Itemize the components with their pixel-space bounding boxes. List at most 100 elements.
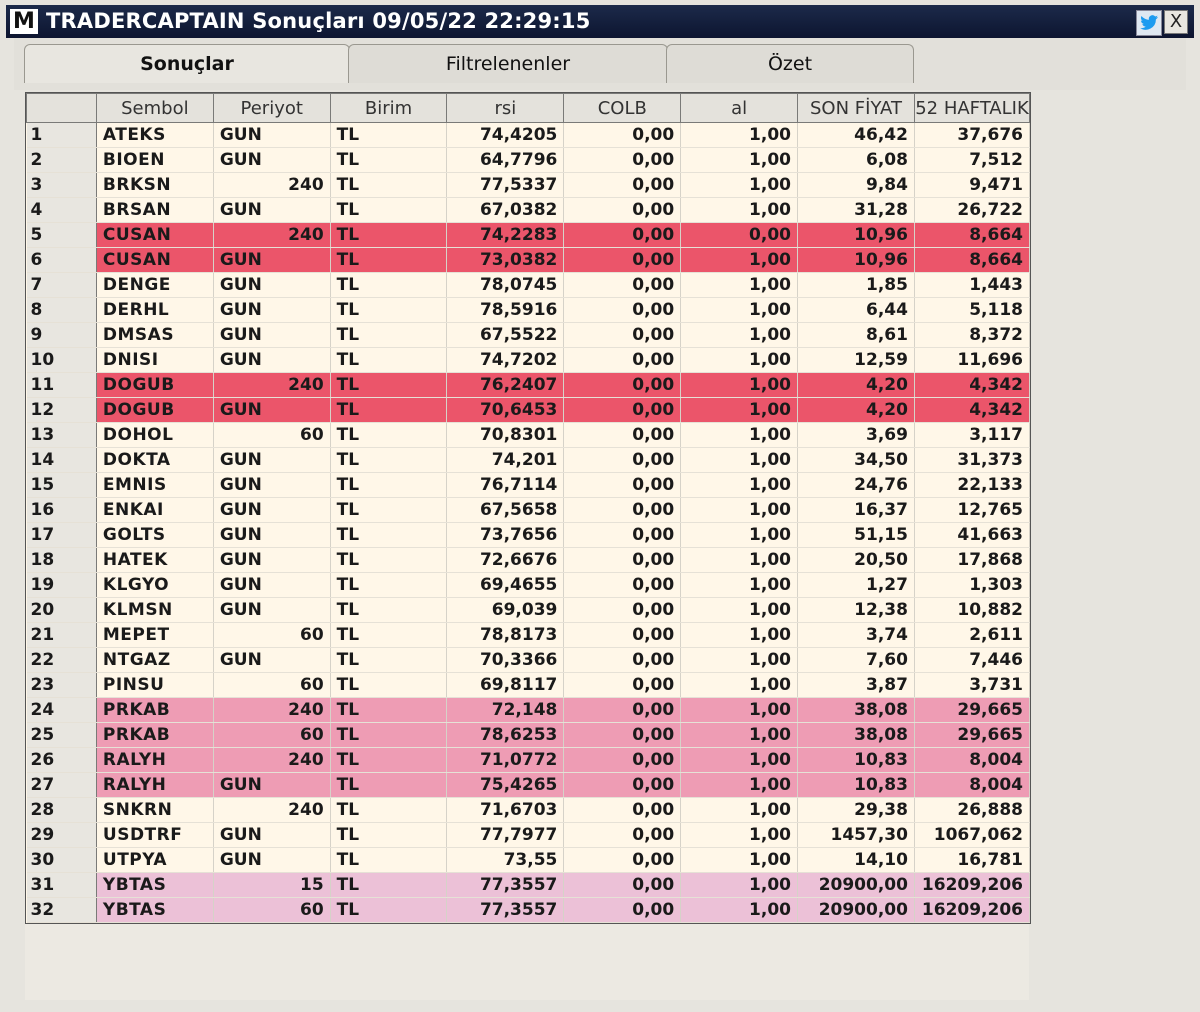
rsi-cell: 78,0745 [446, 272, 565, 298]
week52-cell: 8,004 [914, 747, 1031, 773]
period-cell: 240 [213, 697, 331, 723]
window-title: TRADERCAPTAIN Sonuçları 09/05/22 22:29:1… [46, 9, 591, 33]
symbol-cell: DNISI [96, 347, 214, 373]
unit-cell: TL [330, 572, 448, 598]
last-price-cell: 7,60 [797, 647, 915, 673]
colb-cell: 0,00 [563, 747, 682, 773]
table-row[interactable]: 9 DMSAS GUN TL 67,5522 0,00 1,00 8,61 8,372 [26, 322, 1031, 348]
unit-cell: TL [330, 622, 448, 648]
week52-cell: 1067,062 [914, 822, 1031, 848]
table-row[interactable]: 14 DOKTA GUN TL 74,201 0,00 1,00 34,50 31,373 [26, 447, 1031, 473]
table-row[interactable]: 23 PINSU 60 TL 69,8117 0,00 1,00 3,87 3,731 [26, 672, 1031, 698]
col-header-sembol[interactable]: Sembol [95, 93, 214, 123]
table-row[interactable]: 30 UTPYA GUN TL 73,55 0,00 1,00 14,10 16,781 [26, 847, 1031, 873]
rsi-cell: 70,3366 [446, 647, 565, 673]
table-row[interactable]: 21 MEPET 60 TL 78,8173 0,00 1,00 3,74 2,611 [26, 622, 1031, 648]
symbol-cell: BIOEN [96, 147, 214, 173]
table-row[interactable]: 4 BRSAN GUN TL 67,0382 0,00 1,00 31,28 26,722 [26, 197, 1031, 223]
table-row[interactable]: 8 DERHL GUN TL 78,5916 0,00 1,00 6,44 5,118 [26, 297, 1031, 323]
week52-cell: 16,781 [914, 847, 1031, 873]
row-number: 3 [26, 172, 97, 198]
col-header-rsi[interactable]: rsi [446, 93, 565, 123]
col-header-periyot[interactable]: Periyot [212, 93, 331, 123]
unit-cell: TL [330, 122, 448, 148]
colb-cell: 0,00 [563, 272, 682, 298]
last-price-cell: 20,50 [797, 547, 915, 573]
colb-cell: 0,00 [563, 222, 682, 248]
unit-cell: TL [330, 597, 448, 623]
header-row: Sembol Periyot Birim rsi COLB al SON FİY… [26, 93, 1031, 123]
rsi-cell: 69,4655 [446, 572, 565, 598]
al-cell: 1,00 [680, 672, 798, 698]
week52-cell: 16209,206 [914, 897, 1031, 923]
table-row[interactable]: 7 DENGE GUN TL 78,0745 0,00 1,00 1,85 1,443 [26, 272, 1031, 298]
colb-cell: 0,00 [563, 122, 682, 148]
week52-cell: 8,372 [914, 322, 1031, 348]
table-row[interactable]: 15 EMNIS GUN TL 76,7114 0,00 1,00 24,76 22,133 [26, 472, 1031, 498]
col-header-colb[interactable]: COLB [563, 93, 682, 123]
close-button[interactable]: X [1164, 10, 1188, 34]
table-row[interactable]: 25 PRKAB 60 TL 78,6253 0,00 1,00 38,08 29,665 [26, 722, 1031, 748]
colb-cell: 0,00 [563, 647, 682, 673]
table-row[interactable]: 27 RALYH GUN TL 75,4265 0,00 1,00 10,83 8,004 [26, 772, 1031, 798]
last-price-cell: 8,61 [797, 322, 915, 348]
symbol-cell: ENKAI [96, 497, 214, 523]
unit-cell: TL [330, 497, 448, 523]
table-row[interactable]: 16 ENKAI GUN TL 67,5658 0,00 1,00 16,37 12,765 [26, 497, 1031, 523]
table-row[interactable]: 18 HATEK GUN TL 72,6676 0,00 1,00 20,50 17,868 [26, 547, 1031, 573]
week52-cell: 2,611 [914, 622, 1031, 648]
table-row[interactable]: 3 BRKSN 240 TL 77,5337 0,00 1,00 9,84 9,471 [26, 172, 1031, 198]
unit-cell: TL [330, 272, 448, 298]
last-price-cell: 6,44 [797, 297, 915, 323]
unit-cell: TL [330, 847, 448, 873]
table-row[interactable]: 2 BIOEN GUN TL 64,7796 0,00 1,00 6,08 7,512 [26, 147, 1031, 173]
row-number: 7 [26, 272, 97, 298]
symbol-cell: NTGAZ [96, 647, 214, 673]
last-price-cell: 14,10 [797, 847, 915, 873]
col-header-son-fiyat[interactable]: SON FİYAT [797, 93, 915, 123]
table-row[interactable]: 29 USDTRF GUN TL 77,7977 0,00 1,00 1457,30 1067,… [26, 822, 1031, 848]
table-row[interactable]: 22 NTGAZ GUN TL 70,3366 0,00 1,00 7,60 7,446 [26, 647, 1031, 673]
symbol-cell: SNKRN [96, 797, 214, 823]
table-row[interactable]: 17 GOLTS GUN TL 73,7656 0,00 1,00 51,15 41,663 [26, 522, 1031, 548]
table-row[interactable]: 6 CUSAN GUN TL 73,0382 0,00 1,00 10,96 8,664 [26, 247, 1031, 273]
table-row[interactable]: 31 YBTAS 15 TL 77,3557 0,00 1,00 20900,00 16209,… [26, 872, 1031, 898]
table-row[interactable]: 1 ATEKS GUN TL 74,4205 0,00 1,00 46,42 37,676 [26, 122, 1031, 148]
col-header-52-haftalik[interactable]: 52 HAFTALIK [913, 93, 1031, 123]
tab-filtrelenenler[interactable]: Filtrelenenler [348, 44, 668, 83]
table-row[interactable]: 26 RALYH 240 TL 71,0772 0,00 1,00 10,83 8,004 [26, 747, 1031, 773]
tab-ozet[interactable]: Özet [666, 44, 914, 83]
week52-cell: 8,664 [914, 222, 1031, 248]
period-cell: 60 [213, 672, 331, 698]
period-cell: GUN [213, 472, 331, 498]
period-cell: 60 [213, 722, 331, 748]
table-row[interactable]: 28 SNKRN 240 TL 71,6703 0,00 1,00 29,38 26,888 [26, 797, 1031, 823]
col-header-birim[interactable]: Birim [329, 93, 448, 123]
table-row[interactable]: 13 DOHOL 60 TL 70,8301 0,00 1,00 3,69 3,117 [26, 422, 1031, 448]
period-cell: GUN [213, 247, 331, 273]
col-header-al[interactable]: al [680, 93, 798, 123]
table-row[interactable]: 11 DOGUB 240 TL 76,2407 0,00 1,00 4,20 4,342 [26, 372, 1031, 398]
week52-cell: 37,676 [914, 122, 1031, 148]
tab-sonuclar[interactable]: Sonuçlar [24, 44, 350, 83]
row-number: 4 [26, 197, 97, 223]
rsi-cell: 77,3557 [446, 897, 565, 923]
twitter-icon[interactable] [1136, 10, 1162, 36]
week52-cell: 10,882 [914, 597, 1031, 623]
period-cell: 240 [213, 172, 331, 198]
table-row[interactable]: 19 KLGYO GUN TL 69,4655 0,00 1,00 1,27 1,303 [26, 572, 1031, 598]
week52-cell: 16209,206 [914, 872, 1031, 898]
table-row[interactable]: 10 DNISI GUN TL 74,7202 0,00 1,00 12,59 11,696 [26, 347, 1031, 373]
table-row[interactable]: 32 YBTAS 60 TL 77,3557 0,00 1,00 20900,00 16209,… [26, 897, 1031, 923]
row-number: 26 [26, 747, 97, 773]
table-row[interactable]: 24 PRKAB 240 TL 72,148 0,00 1,00 38,08 29,665 [26, 697, 1031, 723]
al-cell: 1,00 [680, 847, 798, 873]
table-row[interactable]: 20 KLMSN GUN TL 69,039 0,00 1,00 12,38 10,882 [26, 597, 1031, 623]
rsi-cell: 77,5337 [446, 172, 565, 198]
table-row[interactable]: 12 DOGUB GUN TL 70,6453 0,00 1,00 4,20 4,342 [26, 397, 1031, 423]
week52-cell: 7,512 [914, 147, 1031, 173]
table-row[interactable]: 5 CUSAN 240 TL 74,2283 0,00 0,00 10,96 8,664 [26, 222, 1031, 248]
al-cell: 1,00 [680, 147, 798, 173]
week52-cell: 8,664 [914, 247, 1031, 273]
symbol-cell: DERHL [96, 297, 214, 323]
